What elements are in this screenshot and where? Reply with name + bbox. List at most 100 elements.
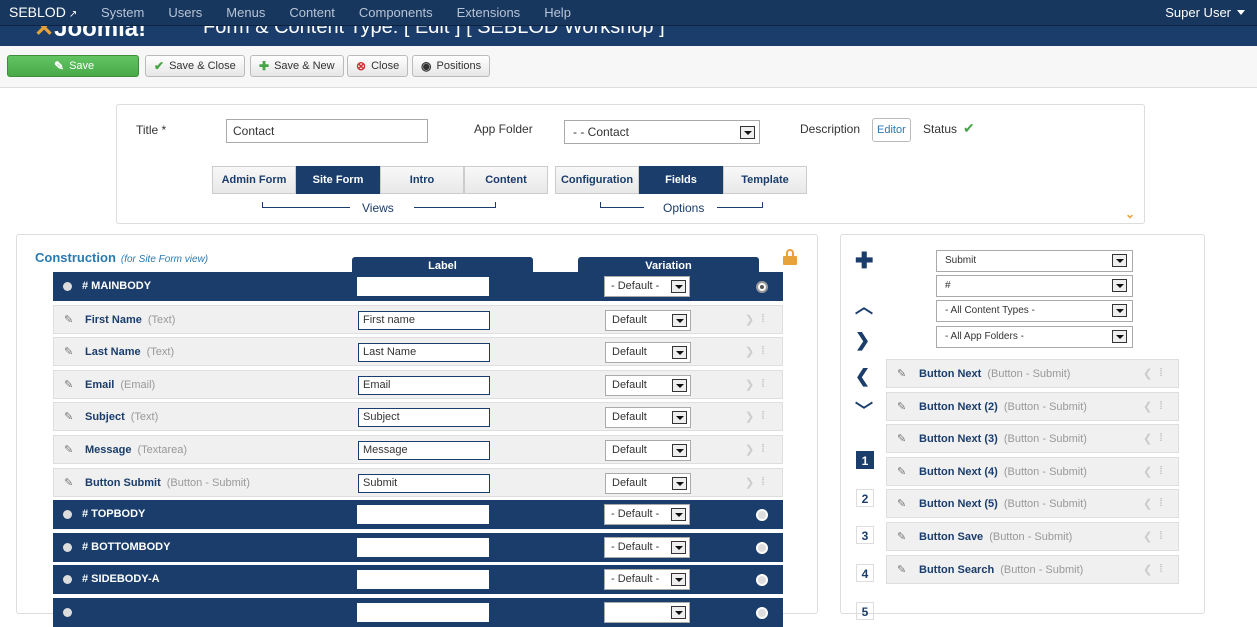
move-left-icon[interactable]: ❮ bbox=[1143, 465, 1152, 478]
pencil-icon[interactable]: ✎ bbox=[897, 563, 906, 576]
library-field-item[interactable]: ✎ Button Next (2) (Button - Submit) ❮ ⁞⁞ bbox=[886, 391, 1179, 421]
variation-select[interactable]: Default bbox=[605, 374, 691, 396]
pencil-icon[interactable]: ✎ bbox=[897, 400, 906, 413]
pencil-icon[interactable]: ✎ bbox=[64, 443, 73, 456]
brand-menu[interactable]: SEBLOD ↗ bbox=[9, 4, 77, 20]
field-row[interactable]: ✎ Button Submit (Button - Submit) Submit Def… bbox=[53, 467, 783, 497]
drag-handle-icon[interactable]: ⁞⁞ bbox=[1159, 563, 1163, 575]
library-filter-select[interactable]: - All App Folders - bbox=[936, 326, 1133, 348]
label-input[interactable] bbox=[357, 570, 489, 590]
library-field-item[interactable]: ✎ Button Search (Button - Submit) ❮ ⁞⁞ bbox=[886, 554, 1179, 584]
move-left-icon[interactable]: ❮ bbox=[1143, 400, 1152, 413]
chevron-down-icon[interactable]: ⌄ bbox=[1125, 207, 1135, 221]
move-right-icon[interactable]: ❯ bbox=[745, 378, 754, 391]
save-new-button[interactable]: ✚ Save & New bbox=[250, 55, 344, 77]
label-input[interactable] bbox=[357, 537, 489, 557]
menu-components[interactable]: Components bbox=[359, 5, 433, 20]
menu-system[interactable]: System bbox=[101, 5, 144, 20]
drag-handle-icon[interactable]: ⁞⁞ bbox=[761, 410, 765, 422]
tab-admin-form[interactable]: Admin Form bbox=[212, 166, 296, 194]
field-row[interactable]: ✎ Email (Email) Email Default ❯ ⁞⁞ bbox=[53, 369, 783, 399]
pencil-icon[interactable]: ✎ bbox=[64, 345, 73, 358]
library-filter-select[interactable]: Submit bbox=[936, 250, 1133, 272]
close-button[interactable]: ⊗ Close bbox=[347, 55, 409, 77]
field-row[interactable]: ✎ Subject (Text) Subject Default ❯ ⁞⁞ bbox=[53, 402, 783, 432]
position-radio[interactable] bbox=[756, 509, 768, 522]
library-field-item[interactable]: ✎ Button Next (5) (Button - Submit) ❮ ⁞⁞ bbox=[886, 489, 1179, 519]
position-radio[interactable] bbox=[756, 541, 768, 554]
save-button[interactable]: ✎ Save bbox=[7, 55, 139, 77]
user-menu[interactable]: Super User bbox=[1165, 5, 1245, 20]
app-folder-select[interactable]: - - Contact bbox=[564, 120, 760, 144]
label-input[interactable]: First name bbox=[358, 310, 490, 330]
pencil-icon[interactable]: ✎ bbox=[64, 378, 73, 391]
move-right-icon[interactable]: ❯ bbox=[745, 345, 754, 358]
library-field-item[interactable]: ✎ Button Save (Button - Submit) ❮ ⁞⁞ bbox=[886, 522, 1179, 551]
pencil-icon[interactable]: ✎ bbox=[64, 410, 73, 423]
label-input[interactable]: Submit bbox=[358, 473, 490, 493]
chevron-up-icon[interactable]: ︿ bbox=[855, 293, 873, 319]
pencil-icon[interactable]: ✎ bbox=[897, 367, 906, 380]
chevron-down-icon[interactable]: ﹀ bbox=[855, 397, 873, 423]
field-row[interactable]: ✎ Message (Textarea) Message Default ❯ ⁞⁞ bbox=[53, 435, 783, 464]
editor-button[interactable]: Editor bbox=[872, 118, 911, 142]
chevron-right-icon[interactable]: ❯ bbox=[855, 330, 870, 351]
position-row[interactable]: # TOPBODY - Default - bbox=[53, 500, 783, 530]
position-row[interactable]: # MAINBODY - Default - bbox=[53, 272, 783, 301]
drag-handle-icon[interactable]: ⁞⁞ bbox=[1159, 530, 1163, 542]
move-right-icon[interactable]: ❯ bbox=[745, 476, 754, 489]
positions-button[interactable]: ◉ Positions bbox=[412, 55, 491, 77]
menu-content[interactable]: Content bbox=[289, 5, 335, 20]
chevron-left-icon[interactable]: ❮ bbox=[855, 366, 870, 387]
variation-select[interactable]: - Default - bbox=[604, 276, 690, 297]
move-right-icon[interactable]: ❯ bbox=[745, 313, 754, 326]
field-row[interactable]: ✎ First Name (Text) First name Default ❯ ⁞⁞ bbox=[53, 304, 783, 334]
page-2[interactable]: 2 bbox=[856, 488, 874, 507]
label-input[interactable] bbox=[357, 277, 489, 296]
variation-select[interactable]: Default bbox=[605, 342, 691, 364]
field-row[interactable]: ✎ Last Name (Text) Last Name Default ❯ ⁞⁞ bbox=[53, 337, 783, 367]
title-input[interactable]: Contact bbox=[226, 119, 428, 143]
move-left-icon[interactable]: ❮ bbox=[1143, 432, 1152, 445]
drag-handle-icon[interactable]: ⁞⁞ bbox=[761, 476, 765, 488]
move-right-icon[interactable]: ❯ bbox=[745, 410, 754, 423]
menu-users[interactable]: Users bbox=[168, 5, 202, 20]
variation-select[interactable]: Default bbox=[605, 440, 691, 461]
save-close-button[interactable]: ✔ Save & Close bbox=[145, 55, 245, 77]
pencil-icon[interactable]: ✎ bbox=[897, 432, 906, 445]
tab-site-form[interactable]: Site Form bbox=[296, 166, 380, 194]
tab-intro[interactable]: Intro bbox=[380, 166, 464, 194]
position-radio[interactable] bbox=[756, 281, 768, 293]
drag-handle-icon[interactable]: ⁞⁞ bbox=[1159, 432, 1163, 444]
tab-content[interactable]: Content bbox=[464, 166, 548, 194]
variation-select[interactable]: Default bbox=[605, 309, 691, 331]
move-left-icon[interactable]: ❮ bbox=[1143, 530, 1152, 543]
drag-handle-icon[interactable]: ⁞⁞ bbox=[1159, 367, 1163, 379]
position-radio[interactable] bbox=[756, 574, 768, 587]
library-field-item[interactable]: ✎ Button Next (Button - Submit) ❮ ⁞⁞ bbox=[886, 359, 1179, 388]
variation-select[interactable]: - Default - bbox=[604, 569, 690, 591]
move-left-icon[interactable]: ❮ bbox=[1143, 367, 1152, 380]
drag-handle-icon[interactable]: ⁞⁞ bbox=[1159, 497, 1163, 509]
drag-handle-icon[interactable]: ⁞⁞ bbox=[761, 443, 765, 455]
label-input[interactable] bbox=[357, 603, 489, 622]
pencil-icon[interactable]: ✎ bbox=[897, 530, 906, 543]
position-row[interactable]: # BOTTOMBODY - Default - bbox=[53, 532, 783, 562]
label-input[interactable]: Email bbox=[358, 375, 490, 395]
library-field-item[interactable]: ✎ Button Next (4) (Button - Submit) ❮ ⁞⁞ bbox=[886, 456, 1179, 486]
library-filter-select[interactable]: # bbox=[936, 275, 1133, 297]
drag-handle-icon[interactable]: ⁞⁞ bbox=[1159, 400, 1163, 412]
variation-select[interactable]: - Default - bbox=[604, 536, 690, 558]
variation-select[interactable] bbox=[604, 602, 690, 623]
variation-select[interactable]: Default bbox=[605, 472, 691, 494]
variation-select[interactable]: - Default - bbox=[604, 504, 690, 526]
library-filter-select[interactable]: - All Content Types - bbox=[936, 300, 1133, 322]
library-field-item[interactable]: ✎ Button Next (3) (Button - Submit) ❮ ⁞⁞ bbox=[886, 424, 1179, 454]
page-3[interactable]: 3 bbox=[856, 526, 874, 545]
add-icon[interactable]: ✚ bbox=[855, 248, 873, 274]
page-4[interactable]: 4 bbox=[856, 564, 874, 583]
drag-handle-icon[interactable]: ⁞⁞ bbox=[761, 345, 765, 357]
position-row[interactable] bbox=[53, 598, 783, 627]
drag-handle-icon[interactable]: ⁞⁞ bbox=[1159, 465, 1163, 477]
move-left-icon[interactable]: ❮ bbox=[1143, 497, 1152, 510]
